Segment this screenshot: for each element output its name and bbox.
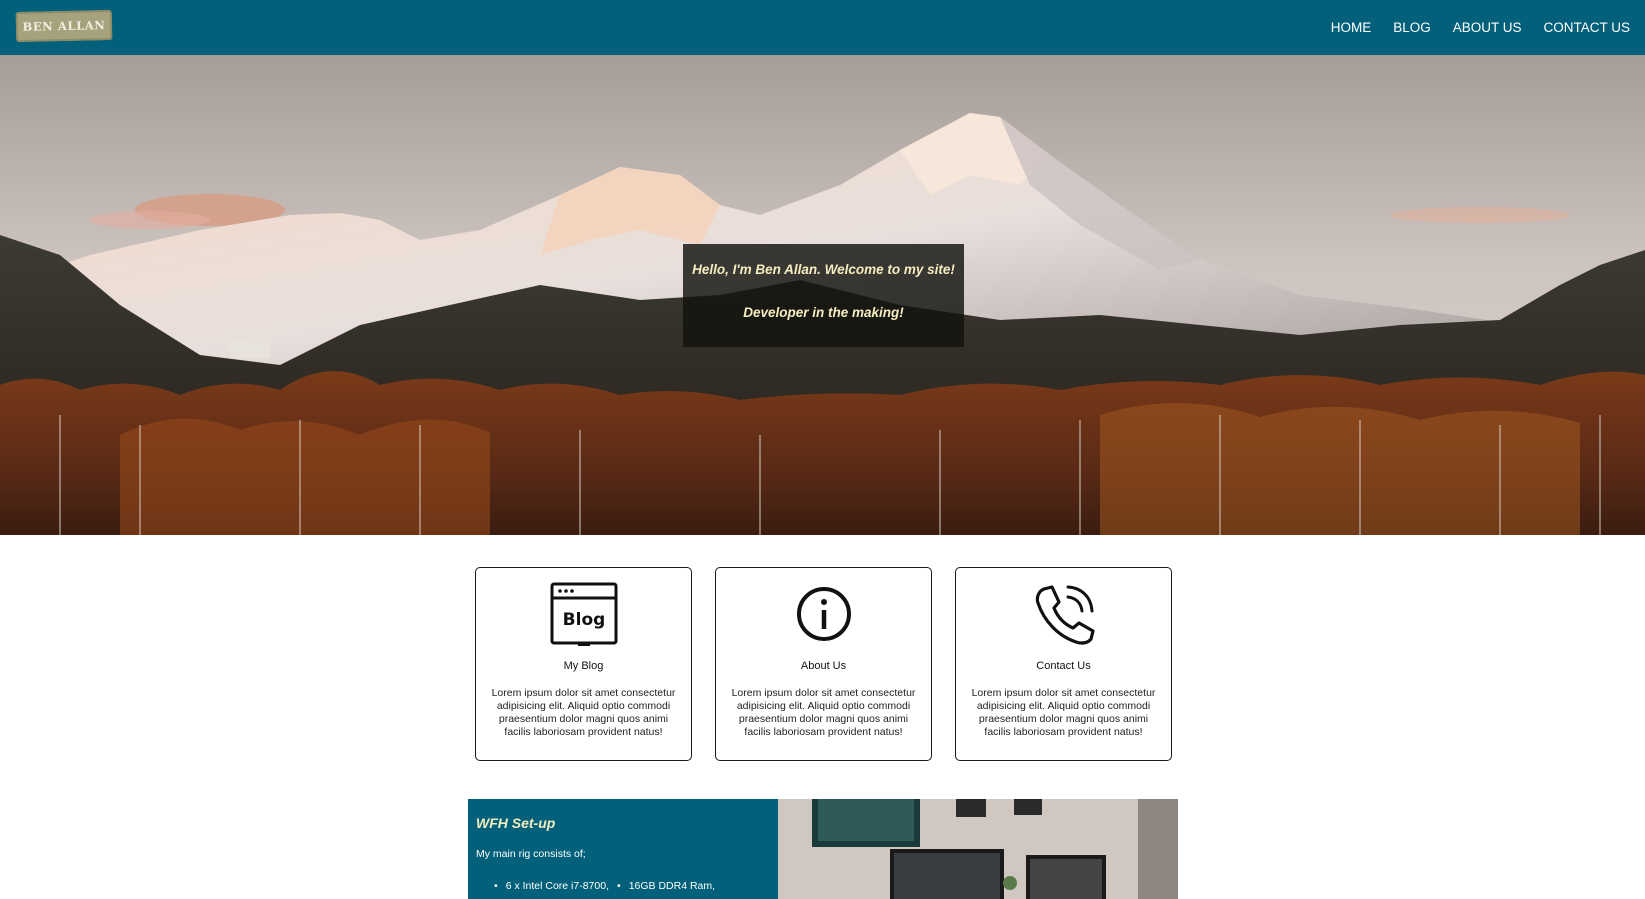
nav-about-link[interactable]: ABOUT US — [1453, 20, 1522, 35]
card-about-us[interactable]: About Us Lorem ipsum dolor sit amet cons… — [715, 567, 932, 761]
nav-links: HOME BLOG ABOUT US CONTACT US — [1331, 0, 1630, 55]
navbar: BEN ALLAN HOME BLOG ABOUT US CONTACT US — [0, 0, 1645, 55]
logo-text: BEN ALLAN — [22, 18, 106, 34]
card-title: Contact Us — [1036, 660, 1091, 672]
info-icon — [797, 587, 851, 641]
card-title: My Blog — [563, 660, 604, 672]
list-item: 6 x Intel Core i7-8700, — [494, 880, 609, 892]
card-my-blog[interactable]: Blog My Blog Lorem ipsum dolor sit amet … — [475, 567, 692, 761]
card-contact-us[interactable]: Contact Us Lorem ipsum dolor sit amet co… — [955, 567, 1172, 761]
hero-welcome-box: Hello, I'm Ben Allan. Welcome to my site… — [683, 244, 964, 347]
wfh-desk-photo — [778, 799, 1178, 899]
wfh-spec-list: 6 x Intel Core i7-8700, 16GB DDR4 Ram, — [494, 880, 715, 892]
wfh-text-panel: WFH Set-up My main rig consists of; 6 x … — [468, 799, 778, 899]
blog-icon-text: Blog — [563, 610, 606, 630]
phone-icon — [1035, 585, 1095, 645]
card-title: About Us — [800, 660, 847, 672]
wfh-title: WFH Set-up — [476, 815, 556, 831]
nav-blog-link[interactable]: BLOG — [1393, 20, 1431, 35]
nav-home-link[interactable]: HOME — [1331, 20, 1372, 35]
card-text: Lorem ipsum dolor sit amet consectetur a… — [491, 687, 676, 738]
hero-greeting: Hello, I'm Ben Allan. Welcome to my site… — [692, 262, 955, 277]
hero-banner: Hello, I'm Ben Allan. Welcome to my site… — [0, 55, 1645, 535]
hero-tagline: Developer in the making! — [743, 305, 904, 320]
card-text: Lorem ipsum dolor sit amet consectetur a… — [971, 687, 1156, 738]
nav-contact-link[interactable]: CONTACT US — [1543, 20, 1630, 35]
site-logo[interactable]: BEN ALLAN — [15, 9, 113, 43]
wfh-section: WFH Set-up My main rig consists of; 6 x … — [468, 799, 1178, 899]
list-item: 16GB DDR4 Ram, — [617, 880, 715, 892]
wfh-intro: My main rig consists of; — [476, 848, 586, 860]
blog-window-icon: Blog — [550, 582, 618, 646]
card-text: Lorem ipsum dolor sit amet consectetur a… — [731, 687, 916, 738]
